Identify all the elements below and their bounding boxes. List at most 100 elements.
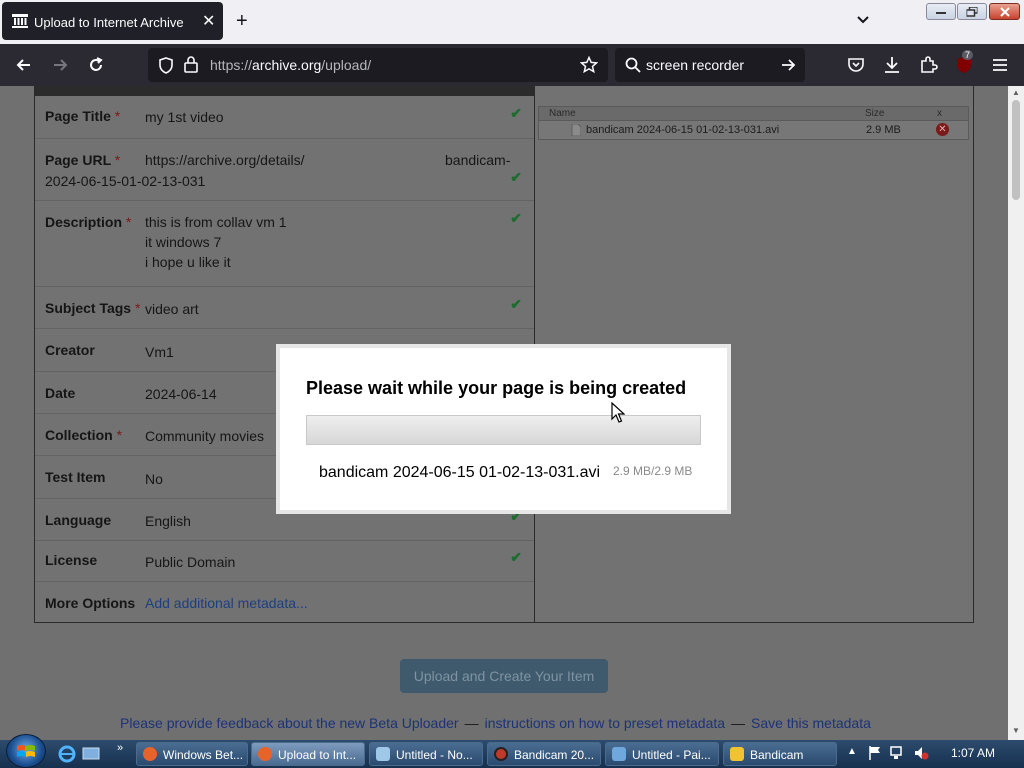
action-center-flag-icon[interactable] [867, 745, 883, 761]
search-bar[interactable]: screen recorder [615, 48, 805, 82]
column-header-size: Size [865, 108, 885, 119]
extensions-icon[interactable] [918, 55, 938, 75]
field-label: License [45, 552, 98, 568]
volume-muted-icon[interactable] [913, 745, 929, 761]
archive-icon [12, 14, 28, 28]
notepad-icon [376, 747, 390, 761]
creator-value[interactable]: Vm1 [145, 342, 174, 362]
clock[interactable]: 1:07 AM [951, 746, 995, 760]
taskbar-item[interactable]: Untitled - No... [369, 742, 483, 766]
license-value[interactable]: Public Domain [145, 552, 235, 572]
back-icon[interactable] [14, 55, 34, 75]
minimize-button[interactable] [926, 3, 956, 20]
scroll-thumb[interactable] [1012, 100, 1020, 200]
creating-page-dialog: Please wait while your page is being cre… [276, 344, 731, 514]
form-row-page-url[interactable]: Page URL * https://archive.org/details/ … [35, 138, 534, 200]
mouse-cursor-icon [611, 402, 625, 423]
files-table: Name Size x bandicam 2024-06-15 01-02-13… [538, 106, 969, 140]
scroll-up-icon[interactable]: ▲ [1012, 88, 1020, 97]
arrow-right-icon[interactable] [780, 57, 796, 73]
check-icon: ✔ [510, 549, 522, 565]
page-url-slug-start[interactable]: bandicam- [445, 150, 510, 170]
lock-icon[interactable] [184, 56, 198, 73]
pocket-icon[interactable] [846, 55, 866, 75]
internet-explorer-icon[interactable] [58, 745, 76, 763]
field-label: Page Title [45, 108, 111, 124]
url-bar[interactable]: https://archive.org/upload/ [148, 48, 608, 82]
folder-icon [730, 747, 744, 761]
file-icon [571, 124, 581, 136]
feedback-link[interactable]: Please provide feedback about the new Be… [120, 715, 459, 731]
search-icon [625, 57, 641, 73]
start-button[interactable] [6, 734, 46, 768]
add-metadata-link[interactable]: Add additional metadata... [145, 593, 308, 613]
network-icon[interactable] [889, 745, 905, 761]
scroll-down-icon[interactable]: ▼ [1012, 726, 1020, 735]
reload-icon[interactable] [86, 55, 106, 75]
description-value[interactable]: this is from collav vm 1 it windows 7 i … [145, 212, 287, 272]
page-url-slug[interactable]: 2024-06-15-01-02-13-031 [45, 171, 205, 191]
file-name: bandicam 2024-06-15 01-02-13-031.avi [586, 124, 780, 136]
form-header-strip [35, 86, 534, 96]
upload-create-button[interactable]: Upload and Create Your Item [400, 659, 608, 693]
close-window-button[interactable] [989, 3, 1020, 20]
system-tray: ▲ [845, 740, 1024, 768]
form-row-subject-tags[interactable]: Subject Tags * video art ✔ [35, 286, 534, 328]
date-value[interactable]: 2024-06-14 [145, 384, 217, 404]
tray-expand-icon[interactable]: ▲ [847, 746, 857, 757]
column-header-name: Name [549, 108, 576, 119]
form-row-description[interactable]: Description * this is from collav vm 1 i… [35, 200, 534, 286]
description-line: it windows 7 [145, 234, 222, 250]
field-label: Creator [45, 342, 95, 358]
restore-button[interactable] [957, 3, 987, 20]
field-label: Page URL [45, 152, 111, 168]
files-table-header: Name Size x [539, 107, 968, 121]
file-size: 2.9 MB [866, 124, 901, 136]
field-label: Test Item [45, 469, 106, 485]
taskbar-item[interactable]: Bandicam 20... [487, 742, 601, 766]
form-row-page-title[interactable]: Page Title * my 1st video ✔ [35, 96, 534, 138]
taskbar-item[interactable]: Untitled - Pai... [605, 742, 719, 766]
subject-tags-value[interactable]: video art [145, 299, 199, 319]
show-desktop-icon[interactable] [82, 745, 100, 763]
taskbar-item[interactable]: Windows Bet... [136, 742, 248, 766]
field-label: Date [45, 385, 76, 401]
description-line: this is from collav vm 1 [145, 214, 287, 230]
field-label: More Options [45, 595, 136, 611]
check-icon: ✔ [510, 169, 522, 185]
bookmark-star-icon[interactable] [580, 56, 598, 74]
menu-icon[interactable] [990, 55, 1010, 75]
page-title-value[interactable]: my 1st video [145, 107, 224, 127]
download-icon[interactable] [882, 55, 902, 75]
upload-file-name: bandicam 2024-06-15 01-02-13-031.avi [319, 464, 601, 481]
shield-icon[interactable] [158, 57, 174, 74]
save-metadata-link[interactable]: Save this metadata [751, 715, 871, 731]
page-scrollbar[interactable]: ▲ ▼ [1008, 86, 1024, 740]
form-row-more-options: More Options Add additional metadata... [35, 581, 534, 623]
forward-icon[interactable] [50, 55, 70, 75]
form-row-license[interactable]: License Public Domain ✔ [35, 540, 534, 581]
url-text[interactable]: https://archive.org/upload/ [210, 57, 371, 73]
new-tab-icon[interactable]: + [236, 10, 248, 33]
quicklaunch-overflow-icon[interactable]: » [117, 742, 123, 754]
field-label: Collection [45, 427, 113, 443]
taskbar-item[interactable]: Bandicam [723, 742, 837, 766]
dialog-title: Please wait while your page is being cre… [306, 378, 687, 398]
language-value[interactable]: English [145, 511, 191, 531]
chevron-down-icon[interactable] [855, 12, 871, 28]
progress-fill [307, 416, 700, 444]
windows-taskbar: » Windows Bet... Upload to Int... Untitl… [0, 734, 1024, 768]
column-header-remove: x [937, 108, 942, 119]
search-input[interactable]: screen recorder [646, 57, 744, 73]
taskbar-item[interactable]: Upload to Int... [251, 742, 365, 766]
remove-file-icon[interactable]: ✕ [936, 123, 949, 136]
field-label: Subject Tags [45, 300, 132, 316]
check-icon: ✔ [510, 210, 522, 226]
collection-value[interactable]: Community movies [145, 426, 264, 446]
footer-links: Please provide feedback about the new Be… [120, 715, 871, 731]
tab-upload-archive[interactable]: Upload to Internet Archive ✕ [2, 2, 223, 40]
test-item-value[interactable]: No [145, 469, 163, 489]
nav-bar: https://archive.org/upload/ screen recor… [0, 44, 1024, 86]
close-tab-icon[interactable]: ✕ [202, 11, 215, 31]
instructions-link[interactable]: instructions on how to preset metadata [485, 715, 725, 731]
